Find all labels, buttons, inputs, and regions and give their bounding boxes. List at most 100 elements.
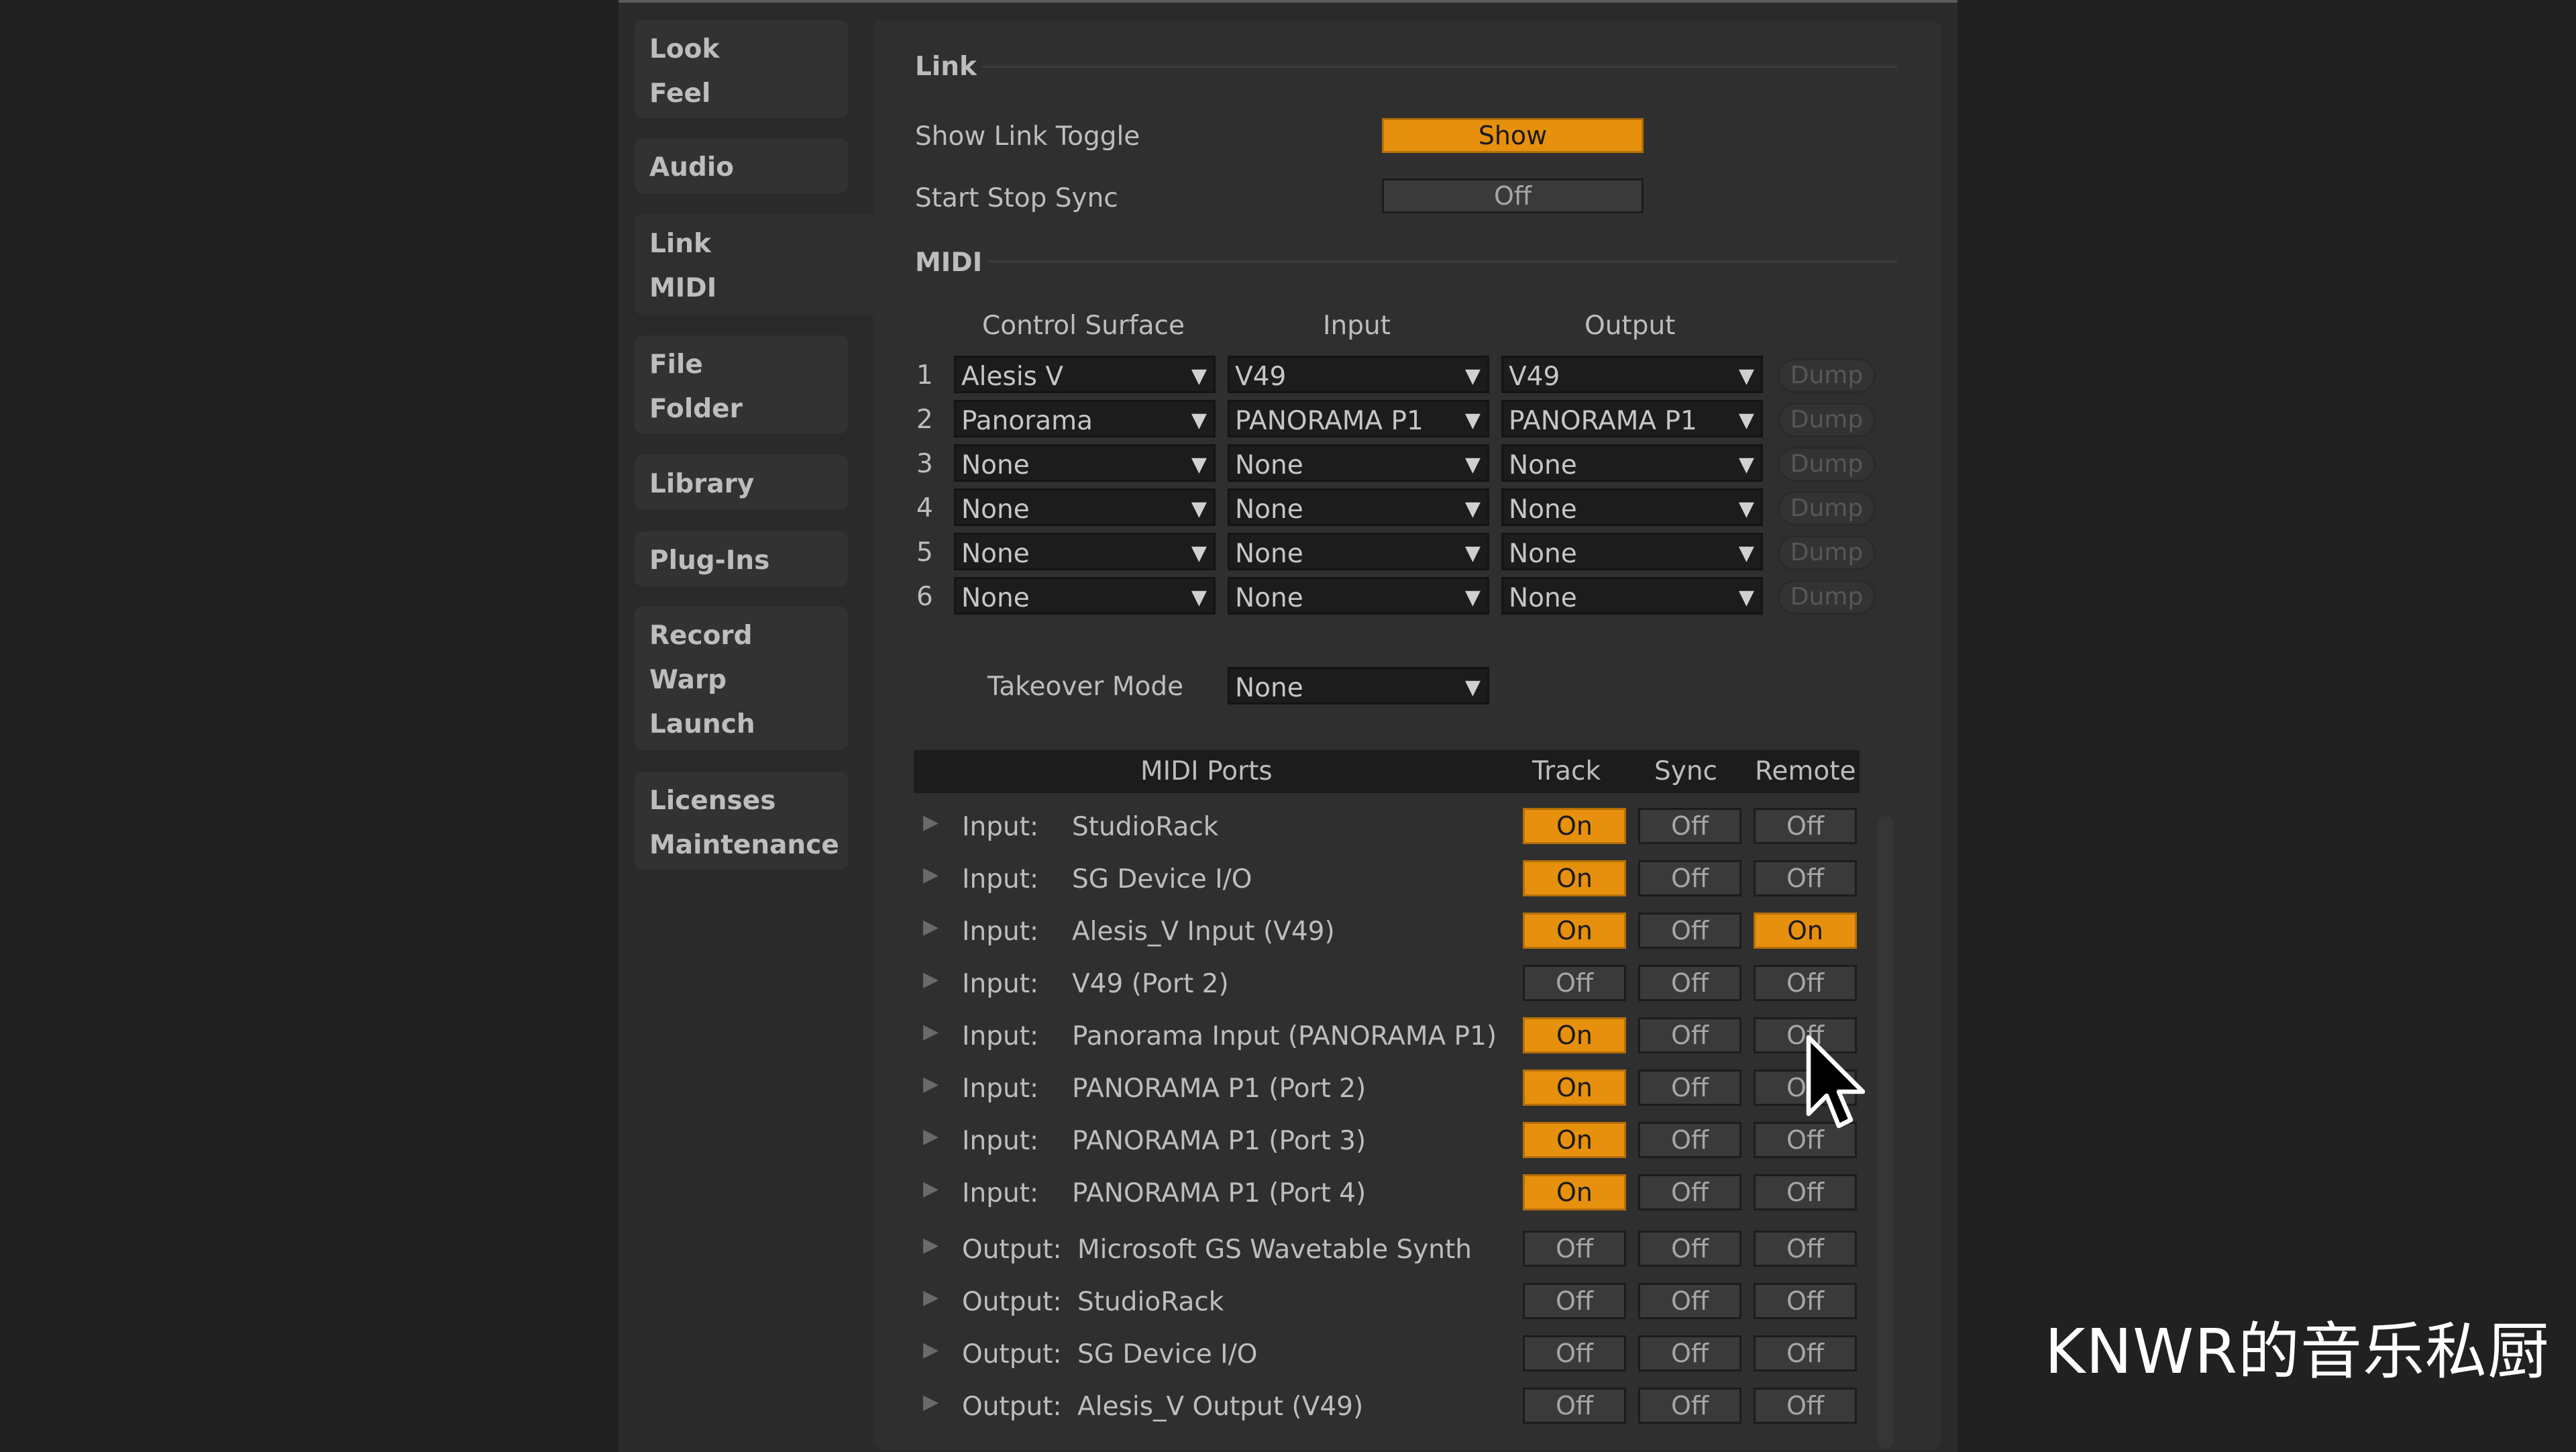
- track-toggle[interactable]: Off: [1523, 1335, 1626, 1371]
- track-toggle[interactable]: Off: [1523, 965, 1626, 1001]
- sidebar-tab-library[interactable]: Library: [635, 455, 848, 510]
- sync-toggle[interactable]: Off: [1638, 1122, 1741, 1158]
- start-stop-sync-button[interactable]: Off: [1382, 178, 1644, 213]
- dump-button[interactable]: Dump: [1778, 403, 1876, 437]
- sync-toggle[interactable]: Off: [1638, 808, 1741, 844]
- expand-triangle-icon[interactable]: ▶: [923, 1125, 938, 1148]
- remote-toggle[interactable]: Off: [1754, 1335, 1857, 1371]
- sync-toggle[interactable]: Off: [1638, 1070, 1741, 1106]
- expand-triangle-icon[interactable]: ▶: [923, 1233, 938, 1257]
- remote-toggle[interactable]: Off: [1754, 1231, 1857, 1267]
- control-surface-select[interactable]: Alesis V ▼: [954, 356, 1216, 393]
- remote-toggle[interactable]: Off: [1754, 1283, 1857, 1319]
- sync-toggle[interactable]: Off: [1638, 1231, 1741, 1267]
- dump-button[interactable]: Dump: [1778, 580, 1876, 615]
- show-link-toggle-button[interactable]: Show: [1382, 118, 1644, 153]
- port-type: Input:: [962, 969, 1039, 999]
- expand-triangle-icon[interactable]: ▶: [923, 863, 938, 886]
- output-select[interactable]: None ▼: [1501, 577, 1763, 615]
- dump-button[interactable]: Dump: [1778, 535, 1876, 570]
- sidebar-tab-plug-ins[interactable]: Plug-Ins: [635, 531, 848, 586]
- control-surface-select[interactable]: None ▼: [954, 488, 1216, 526]
- expand-triangle-icon[interactable]: ▶: [923, 1072, 938, 1096]
- track-toggle[interactable]: On: [1523, 860, 1626, 896]
- expand-triangle-icon[interactable]: ▶: [923, 1286, 938, 1309]
- remote-toggle[interactable]: Off: [1754, 808, 1857, 844]
- output-select[interactable]: PANORAMA P1 ▼: [1501, 400, 1763, 437]
- expand-triangle-icon[interactable]: ▶: [923, 1390, 938, 1414]
- remote-toggle[interactable]: Off: [1754, 1388, 1857, 1424]
- output-select[interactable]: None ▼: [1501, 488, 1763, 526]
- sidebar-label-library: Library: [649, 469, 755, 499]
- triangle-down-icon: ▼: [1464, 409, 1481, 432]
- control-surface-select[interactable]: None ▼: [954, 533, 1216, 570]
- port-type: Input:: [962, 1178, 1039, 1208]
- midi-ports-header: MIDI Ports Track Sync Remote: [914, 750, 1860, 793]
- dump-button[interactable]: Dump: [1778, 491, 1876, 526]
- expand-triangle-icon[interactable]: ▶: [923, 1020, 938, 1043]
- sync-toggle[interactable]: Off: [1638, 860, 1741, 896]
- midi-ports-header-label: MIDI Ports: [1140, 756, 1273, 786]
- input-select[interactable]: None ▼: [1228, 577, 1489, 615]
- input-select[interactable]: None ▼: [1228, 444, 1489, 482]
- control-surface-select[interactable]: Panorama ▼: [954, 400, 1216, 437]
- track-toggle[interactable]: On: [1523, 1174, 1626, 1210]
- expand-triangle-icon[interactable]: ▶: [923, 1338, 938, 1361]
- track-toggle[interactable]: On: [1523, 1017, 1626, 1053]
- output-select[interactable]: None ▼: [1501, 533, 1763, 570]
- track-toggle[interactable]: Off: [1523, 1388, 1626, 1424]
- track-toggle[interactable]: On: [1523, 913, 1626, 949]
- track-toggle[interactable]: Off: [1523, 1231, 1626, 1267]
- triangle-down-icon: ▼: [1738, 586, 1754, 609]
- triangle-down-icon: ▼: [1191, 497, 1207, 521]
- output-select[interactable]: None ▼: [1501, 444, 1763, 482]
- sidebar-label-file: File: [649, 350, 703, 380]
- port-name: SG Device I/O: [1077, 1339, 1258, 1369]
- expand-triangle-icon[interactable]: ▶: [923, 968, 938, 991]
- sync-toggle[interactable]: Off: [1638, 1283, 1741, 1319]
- midi-section-title: MIDI: [915, 248, 983, 278]
- triangle-down-icon: ▼: [1464, 586, 1481, 609]
- expand-triangle-icon[interactable]: ▶: [923, 915, 938, 939]
- remote-toggle[interactable]: On: [1754, 913, 1857, 949]
- triangle-down-icon: ▼: [1191, 364, 1207, 388]
- triangle-down-icon: ▼: [1191, 586, 1207, 609]
- control-surface-select[interactable]: None ▼: [954, 577, 1216, 615]
- sidebar-tab-licenses-maintenance[interactable]: Licenses Maintenance: [635, 772, 848, 870]
- expand-triangle-icon[interactable]: ▶: [923, 1177, 938, 1200]
- track-toggle[interactable]: On: [1523, 808, 1626, 844]
- output-value: None: [1509, 539, 1577, 569]
- input-select[interactable]: PANORAMA P1 ▼: [1228, 400, 1489, 437]
- sidebar-tab-look-feel[interactable]: Look Feel: [635, 20, 848, 118]
- control-surface-value: None: [961, 539, 1030, 569]
- dump-button[interactable]: Dump: [1778, 447, 1876, 482]
- track-toggle[interactable]: On: [1523, 1070, 1626, 1106]
- sync-toggle[interactable]: Off: [1638, 965, 1741, 1001]
- input-select[interactable]: V49 ▼: [1228, 356, 1489, 393]
- sync-toggle[interactable]: Off: [1638, 1174, 1741, 1210]
- track-toggle[interactable]: Off: [1523, 1283, 1626, 1319]
- remote-toggle[interactable]: Off: [1754, 860, 1857, 896]
- sidebar-tab-file-folder[interactable]: File Folder: [635, 335, 848, 433]
- sync-toggle[interactable]: Off: [1638, 1388, 1741, 1424]
- sync-toggle[interactable]: Off: [1638, 1335, 1741, 1371]
- input-select[interactable]: None ▼: [1228, 488, 1489, 526]
- takeover-mode-select[interactable]: None ▼: [1228, 667, 1489, 705]
- triangle-down-icon: ▼: [1738, 409, 1754, 432]
- sidebar-tab-audio[interactable]: Audio: [635, 138, 848, 193]
- midi-port-row: ▶ Output: SG Device I/O Off Off Off: [914, 1326, 1860, 1378]
- dump-button[interactable]: Dump: [1778, 358, 1876, 393]
- input-select[interactable]: None ▼: [1228, 533, 1489, 570]
- surface-index: 4: [916, 493, 933, 523]
- sidebar-tab-link-midi[interactable]: Link MIDI: [635, 213, 890, 315]
- sync-toggle[interactable]: Off: [1638, 913, 1741, 949]
- sync-toggle[interactable]: Off: [1638, 1017, 1741, 1053]
- expand-triangle-icon[interactable]: ▶: [923, 811, 938, 834]
- output-select[interactable]: V49 ▼: [1501, 356, 1763, 393]
- sidebar-tab-record-warp-launch[interactable]: Record Warp Launch: [635, 607, 848, 750]
- control-surface-select[interactable]: None ▼: [954, 444, 1216, 482]
- remote-toggle[interactable]: Off: [1754, 965, 1857, 1001]
- remote-toggle[interactable]: Off: [1754, 1174, 1857, 1210]
- ports-scrollbar[interactable]: [1878, 816, 1893, 1449]
- track-toggle[interactable]: On: [1523, 1122, 1626, 1158]
